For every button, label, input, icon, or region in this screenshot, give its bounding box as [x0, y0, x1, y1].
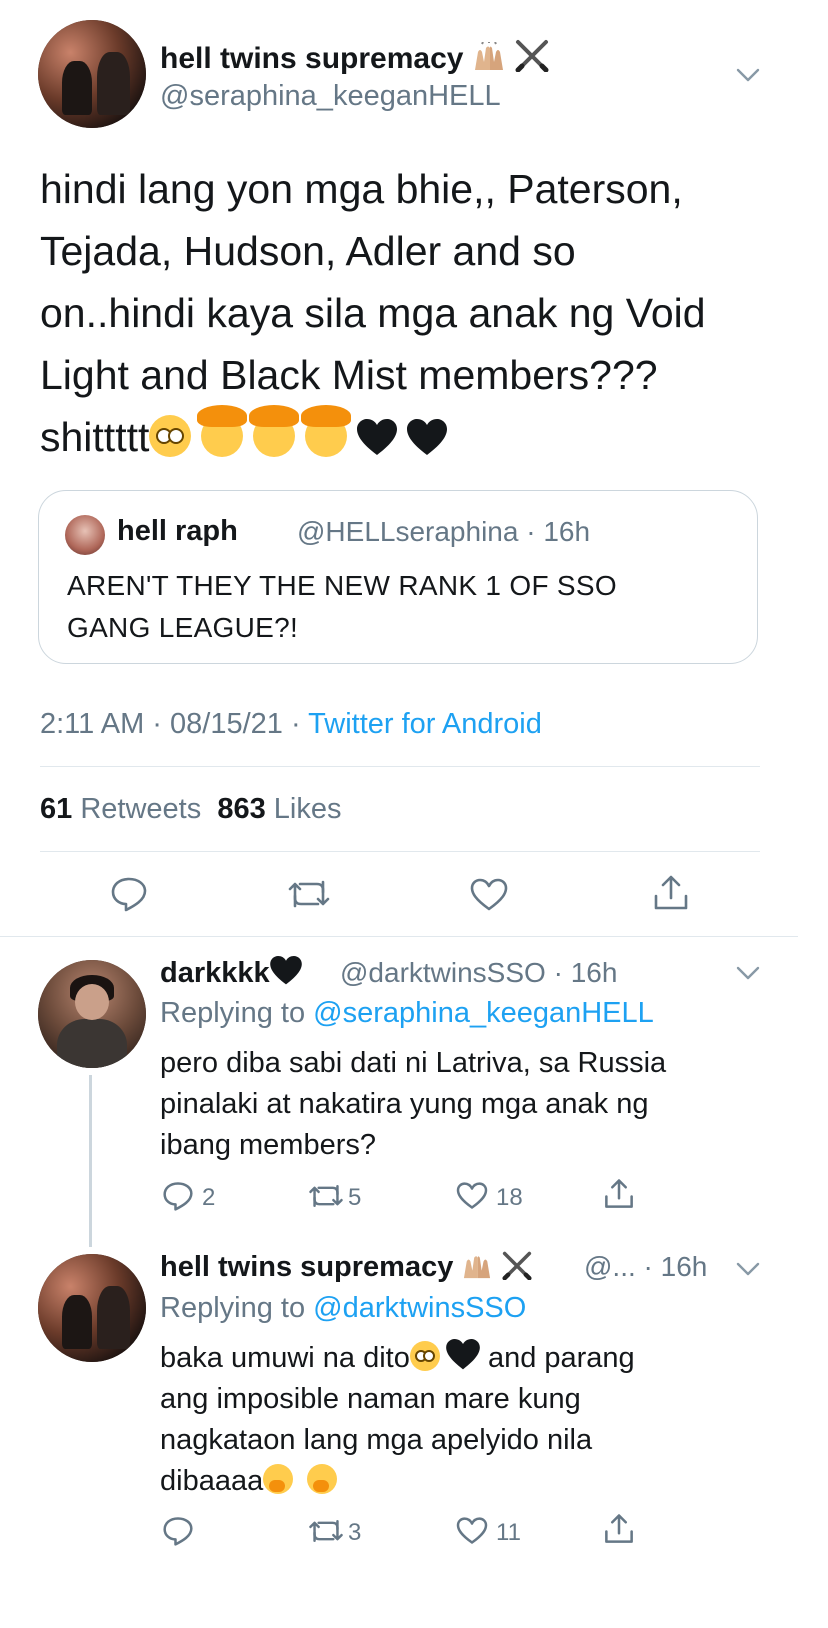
- retweet-count: 3: [348, 1519, 362, 1546]
- reply-icon[interactable]: [110, 876, 148, 912]
- raised-hands-icon: [461, 1252, 493, 1288]
- tweet-text: hindi lang yon mga bhie,, Paterson, Teja…: [40, 166, 706, 460]
- black-heart-icon: [357, 419, 398, 455]
- shushing-face-icon: [307, 1464, 338, 1494]
- chevron-down-icon[interactable]: [736, 1262, 760, 1276]
- retweet-count: 5: [348, 1184, 362, 1211]
- exploding-head-icon: [301, 405, 352, 457]
- retweets-stat[interactable]: 61 Retweets: [40, 793, 201, 825]
- black-heart-icon: [446, 1339, 480, 1370]
- reply-text: pero diba sabi dati ni Latriva, sa Russi…: [160, 1047, 667, 1161]
- author-name[interactable]: hell twins supremacy: [160, 38, 550, 80]
- like-count: 18: [496, 1184, 523, 1211]
- divider: [0, 936, 798, 937]
- reply-text: baka umuwi na dito and parang ang imposi…: [160, 1338, 780, 1502]
- reply-avatar[interactable]: [38, 1254, 146, 1362]
- divider: [40, 851, 760, 852]
- quoted-tweet[interactable]: hell raph @HELLseraphina · 16h AREN'T TH…: [38, 490, 758, 664]
- author-handle[interactable]: @seraphina_keeganHELL: [160, 80, 501, 113]
- tweet-stats: 61 Retweets 863 Likes: [40, 793, 342, 826]
- author-avatar[interactable]: [38, 20, 146, 128]
- replying-to: Replying to @darktwinsSSO: [160, 1292, 527, 1324]
- heart-icon[interactable]: [470, 878, 508, 912]
- quoted-handle-time: @HELLseraphina · 16h: [297, 516, 591, 547]
- flushed-face-icon: [149, 415, 192, 457]
- share-icon[interactable]: [652, 874, 690, 912]
- reply-icon[interactable]: [162, 1181, 194, 1211]
- share-icon[interactable]: [603, 1513, 635, 1545]
- reply-avatar[interactable]: [38, 960, 146, 1068]
- chevron-down-icon[interactable]: [736, 966, 760, 980]
- reply-author-name[interactable]: darkkkk: [160, 956, 302, 990]
- reply-handle-time: @darktwinsSSO · 16h: [340, 957, 618, 988]
- share-icon[interactable]: [603, 1178, 635, 1210]
- exploding-head-icon: [249, 405, 300, 457]
- reply-author-name[interactable]: hell twins supremacy: [160, 1250, 533, 1288]
- black-heart-icon: [269, 956, 302, 985]
- heart-icon[interactable]: [456, 1182, 488, 1210]
- heart-icon[interactable]: [456, 1517, 488, 1545]
- reply-handle-time: @... · 16h: [584, 1251, 708, 1282]
- exploding-head-icon: [197, 405, 248, 457]
- reply-icon[interactable]: [162, 1516, 194, 1546]
- raised-hands-icon: [472, 41, 506, 80]
- tweet-source-link[interactable]: Twitter for Android: [308, 708, 542, 740]
- shushing-face-icon: [263, 1464, 294, 1494]
- tweet-timestamp: 2:11 AM · 08/15/21 · Twitter for Android: [40, 708, 542, 740]
- retweet-icon[interactable]: [287, 878, 331, 910]
- replying-to: Replying to @seraphina_keeganHELL: [160, 997, 654, 1029]
- crossed-swords-icon: [514, 38, 550, 80]
- reply-count: 2: [202, 1184, 216, 1211]
- black-heart-icon: [407, 419, 448, 455]
- quoted-name: hell raph: [117, 515, 238, 547]
- crossed-swords-icon: [501, 1250, 533, 1288]
- quoted-text: AREN'T THEY THE NEW RANK 1 OF SSO GANG L…: [67, 570, 617, 643]
- retweet-icon[interactable]: [308, 1517, 344, 1545]
- retweet-icon[interactable]: [308, 1182, 344, 1210]
- like-count: 11: [496, 1519, 521, 1546]
- chevron-down-icon[interactable]: [736, 68, 760, 82]
- flushed-face-icon: [409, 1341, 440, 1371]
- thread-line: [89, 1075, 92, 1247]
- divider: [40, 766, 760, 767]
- quoted-avatar: [65, 515, 105, 555]
- likes-stat[interactable]: 863 Likes: [217, 793, 341, 825]
